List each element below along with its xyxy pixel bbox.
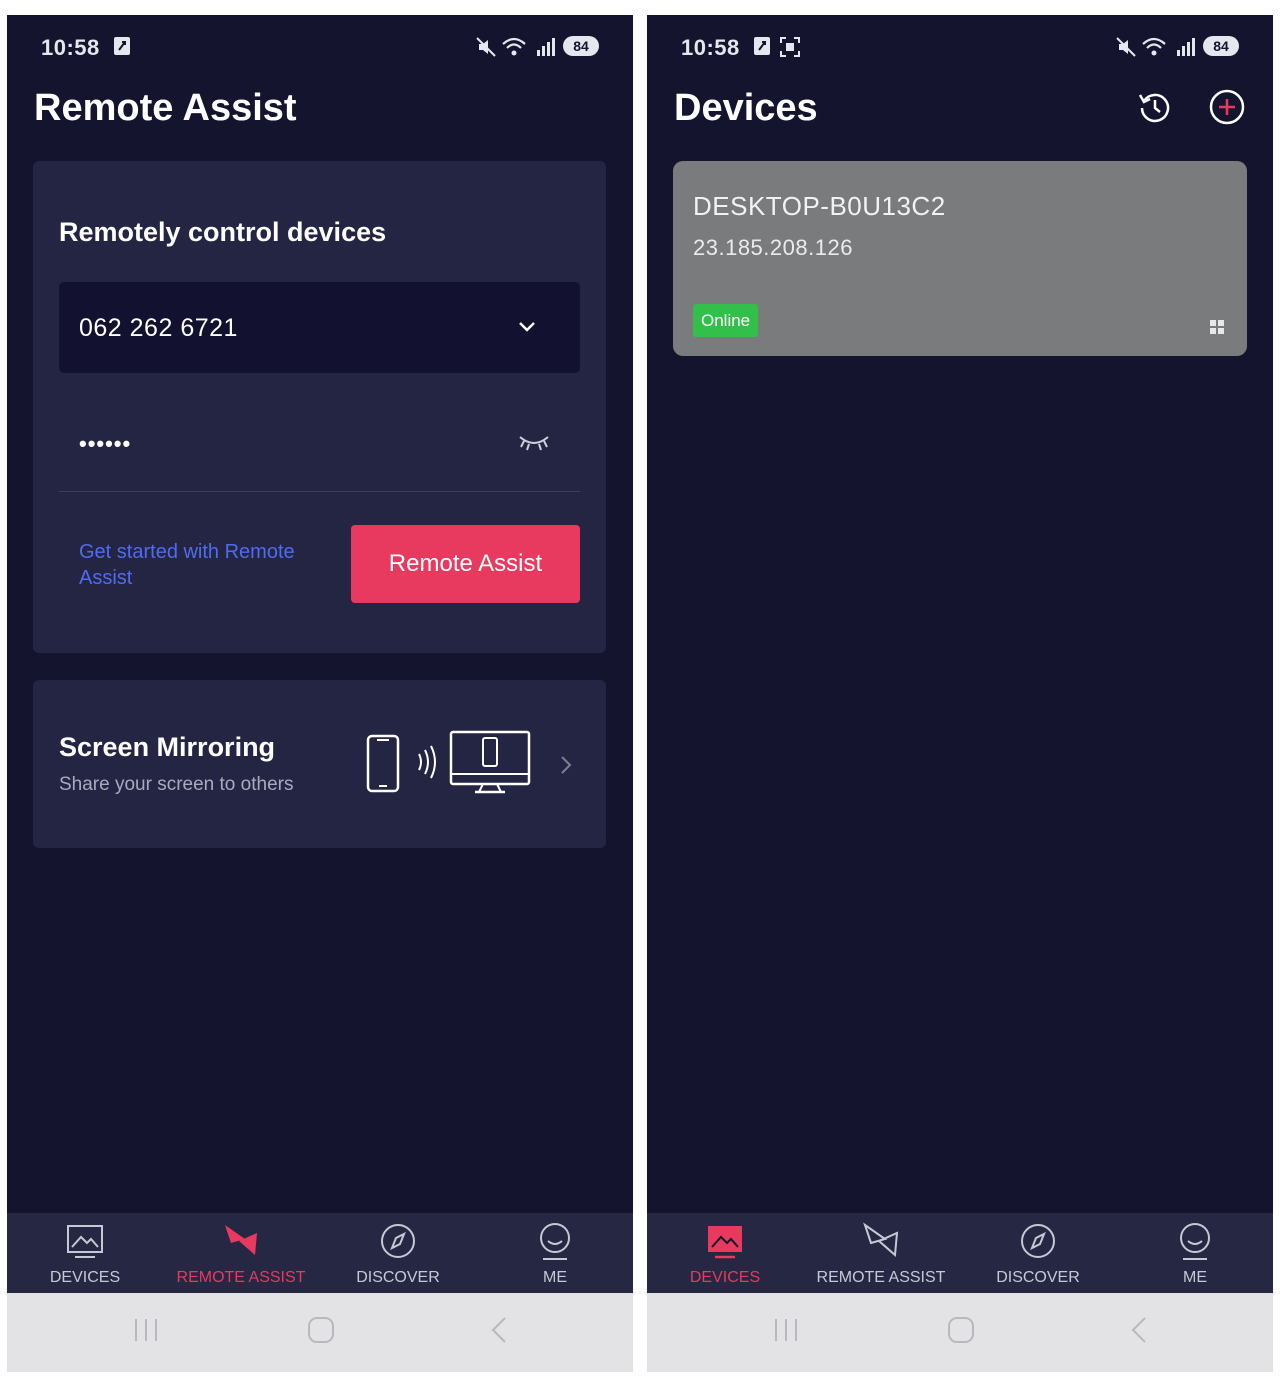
tab-devices[interactable]: DEVICES <box>647 1213 803 1293</box>
status-bar: 10:58 84 <box>7 33 633 63</box>
page-title: Devices <box>674 87 818 129</box>
eye-closed-icon[interactable] <box>517 431 551 451</box>
battery-indicator: 84 <box>563 36 599 56</box>
notification-icon <box>754 37 770 55</box>
status-time: 10:58 <box>41 35 100 60</box>
device-ip: 23.185.208.126 <box>693 235 853 260</box>
tab-discover[interactable]: DISCOVER <box>960 1213 1116 1293</box>
home-icon[interactable] <box>306 1315 336 1345</box>
password-field[interactable]: •••••• <box>79 431 131 457</box>
screen-mirroring-illustration-icon <box>366 730 531 794</box>
compass-icon <box>381 1224 415 1258</box>
tab-label: DEVICES <box>49 1269 121 1286</box>
system-nav-bar <box>7 1293 633 1372</box>
notification-icon <box>114 37 130 55</box>
card-title: Screen Mirroring <box>59 732 276 762</box>
device-card[interactable]: DESKTOP-B0U13C2 23.185.208.126 Online <box>673 161 1247 356</box>
device-id-value: 062 262 6721 <box>79 314 238 342</box>
page-title: Remote Assist <box>34 87 297 129</box>
tab-devices[interactable]: DEVICES <box>7 1213 163 1293</box>
screen-mirroring-card[interactable]: Screen Mirroring Share your screen to ot… <box>33 680 606 848</box>
device-id-dropdown[interactable]: 062 262 6721 <box>59 282 580 373</box>
remote-assist-screen: 10:58 84 Remote Assist Remotely control … <box>7 15 633 1372</box>
tab-label: ME <box>1183 1269 1207 1286</box>
remote-control-card: Remotely control devices 062 262 6721 ••… <box>33 161 606 653</box>
tab-remote-assist[interactable]: REMOTE ASSIST <box>163 1213 319 1293</box>
devices-screen: 10:58 84 Devices DESKTOP-B0U13C2 23.185.… <box>647 15 1273 1372</box>
chevron-right-icon[interactable] <box>559 754 573 776</box>
compass-icon <box>1021 1224 1055 1258</box>
tab-remote-assist[interactable]: REMOTE ASSIST <box>803 1213 959 1293</box>
status-badge: Online <box>693 304 759 337</box>
wifi-icon <box>1142 37 1166 56</box>
status-time: 10:58 <box>681 35 740 60</box>
home-icon[interactable] <box>946 1315 976 1345</box>
windows-icon <box>1210 320 1224 334</box>
device-name: DESKTOP-B0U13C2 <box>693 191 946 221</box>
recent-apps-icon[interactable] <box>771 1315 801 1345</box>
back-icon[interactable] <box>1125 1315 1155 1345</box>
tab-me[interactable]: ME <box>477 1213 633 1293</box>
get-started-link[interactable]: Get started with Remote Assist <box>79 539 329 591</box>
battery-indicator: 84 <box>1203 36 1239 56</box>
add-icon[interactable] <box>1209 89 1245 125</box>
profile-icon <box>1180 1223 1210 1260</box>
signal-icon <box>537 38 555 56</box>
screenshot-icon <box>780 37 800 57</box>
password-underline <box>59 491 580 492</box>
devices-icon <box>708 1226 742 1259</box>
back-icon[interactable] <box>485 1315 515 1345</box>
signal-icon <box>1177 38 1195 56</box>
devices-icon <box>67 1225 103 1258</box>
tab-label: DEVICES <box>689 1269 761 1286</box>
card-title: Remotely control devices <box>59 217 387 247</box>
recent-apps-icon[interactable] <box>131 1315 161 1345</box>
wifi-icon <box>502 37 526 56</box>
history-icon[interactable] <box>1137 89 1173 125</box>
bottom-tab-bar: DEVICES REMOTE ASSIST DISCOVER ME <box>7 1213 633 1293</box>
mute-icon <box>1116 37 1136 57</box>
chevron-down-icon[interactable] <box>517 320 537 334</box>
mute-icon <box>476 37 496 57</box>
tab-me[interactable]: ME <box>1117 1213 1273 1293</box>
remote-assist-icon <box>225 1225 257 1255</box>
profile-icon <box>540 1223 570 1260</box>
tab-label: REMOTE ASSIST <box>176 1269 306 1286</box>
bottom-tab-bar: DEVICES REMOTE ASSIST DISCOVER ME <box>647 1213 1273 1293</box>
status-bar: 10:58 84 <box>647 33 1273 63</box>
system-nav-bar <box>647 1293 1273 1372</box>
tab-label: ME <box>543 1269 567 1286</box>
tab-label: REMOTE ASSIST <box>816 1269 946 1286</box>
tab-label: DISCOVER <box>996 1269 1080 1286</box>
tab-label: DISCOVER <box>356 1269 440 1286</box>
card-subtitle: Share your screen to others <box>59 774 294 795</box>
tab-discover[interactable]: DISCOVER <box>320 1213 476 1293</box>
remote-assist-button[interactable]: Remote Assist <box>351 525 580 603</box>
remote-assist-icon <box>863 1222 899 1258</box>
